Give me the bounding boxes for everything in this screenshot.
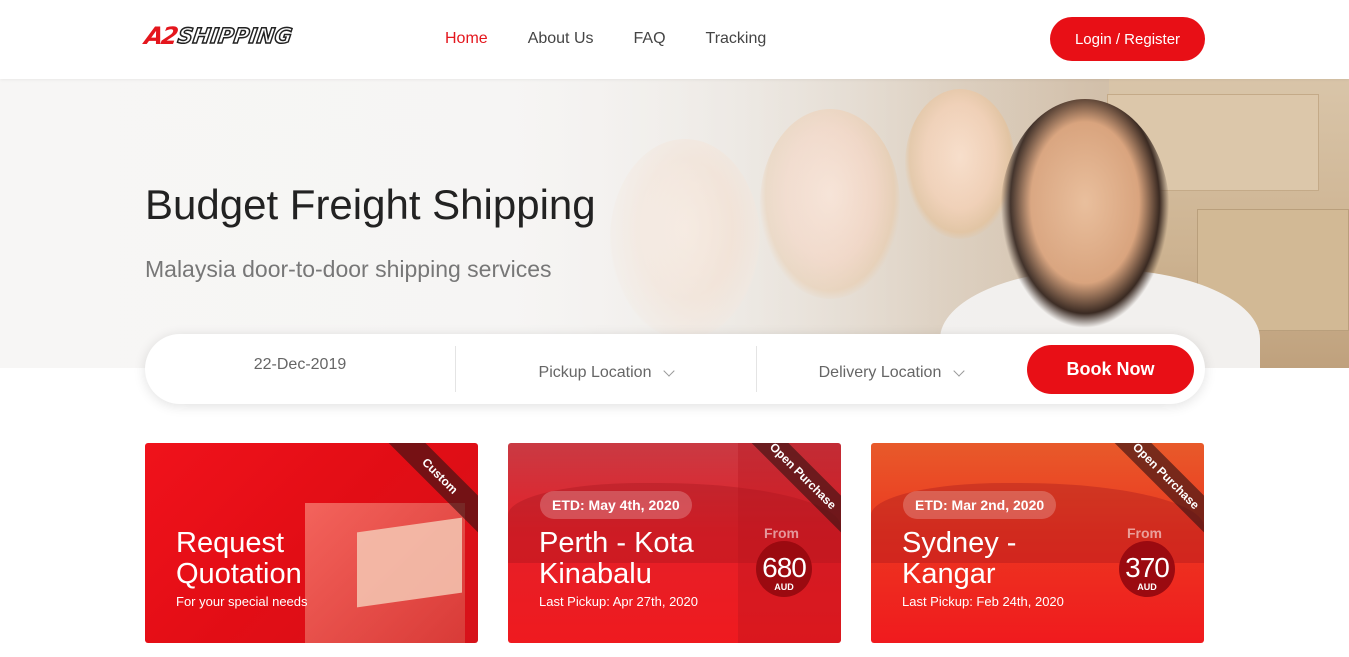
nav-home[interactable]: Home — [445, 30, 488, 48]
card-subtitle: For your special needs — [176, 594, 308, 609]
nav-tracking[interactable]: Tracking — [706, 30, 767, 48]
price-from-label: From — [764, 525, 799, 541]
price-badge: 680 AUD — [756, 541, 812, 597]
delivery-location-placeholder: Delivery Location — [818, 364, 942, 381]
booking-bar: 22-Dec-2019 Pickup Location Delivery Loc… — [145, 334, 1205, 404]
card-title-line1: Sydney - — [902, 527, 1017, 559]
card-title-line2: Kangar — [902, 558, 996, 590]
main-nav: Home About Us FAQ Tracking — [445, 30, 806, 48]
nav-faq[interactable]: FAQ — [634, 30, 666, 48]
price-currency: AUD — [1137, 582, 1157, 592]
card-title-line1: Perth - Kota — [539, 527, 694, 559]
date-picker[interactable]: 22-Dec-2019 — [145, 330, 455, 400]
route-card-sydney-kangar[interactable]: Open Purchase ETD: Mar 2nd, 2020 Sydney … — [871, 443, 1204, 643]
card-subtitle: Last Pickup: Apr 27th, 2020 — [539, 594, 698, 609]
route-card-perth-kota-kinabalu[interactable]: Open Purchase ETD: May 4th, 2020 Perth -… — [508, 443, 841, 643]
pickup-location-select[interactable]: Pickup Location — [456, 338, 756, 408]
etd-badge: ETD: May 4th, 2020 — [540, 491, 692, 519]
logo-mark: A2 — [142, 22, 179, 50]
hero-subtitle: Malaysia door-to-door shipping services — [145, 256, 552, 282]
login-register-button[interactable]: Login / Register — [1050, 17, 1205, 61]
site-header: A2 SHIPPING Home About Us FAQ Tracking L… — [0, 0, 1349, 79]
book-now-button[interactable]: Book Now — [1027, 345, 1194, 394]
date-value: 22-Dec-2019 — [253, 356, 347, 373]
price-value: 370 — [1125, 552, 1170, 583]
price-badge: 370 AUD — [1119, 541, 1175, 597]
card-title-line2: Quotation — [176, 558, 302, 590]
card-subtitle: Last Pickup: Feb 24th, 2020 — [902, 594, 1064, 609]
price-from-label: From — [1127, 525, 1162, 541]
card-title-line2: Kinabalu — [539, 558, 652, 590]
chevron-down-icon — [663, 364, 676, 377]
logo-wordmark: SHIPPING — [176, 23, 295, 49]
pickup-location-placeholder: Pickup Location — [538, 364, 652, 381]
card-title: Request Quotation — [176, 528, 376, 590]
logo[interactable]: A2 SHIPPING — [142, 22, 295, 50]
card-title-line1: Request — [176, 527, 285, 559]
request-quotation-card[interactable]: Custom Request Quotation For your specia… — [145, 443, 478, 643]
delivery-location-select[interactable]: Delivery Location — [757, 338, 1025, 408]
price-currency: AUD — [774, 582, 794, 592]
price-value: 680 — [762, 552, 807, 583]
card-title: Sydney - Kangar — [902, 528, 1102, 590]
hero-title: Budget Freight Shipping — [145, 181, 596, 228]
chevron-down-icon — [953, 364, 966, 377]
nav-about-us[interactable]: About Us — [528, 30, 594, 48]
etd-badge: ETD: Mar 2nd, 2020 — [903, 491, 1057, 519]
card-title: Perth - Kota Kinabalu — [539, 528, 739, 590]
